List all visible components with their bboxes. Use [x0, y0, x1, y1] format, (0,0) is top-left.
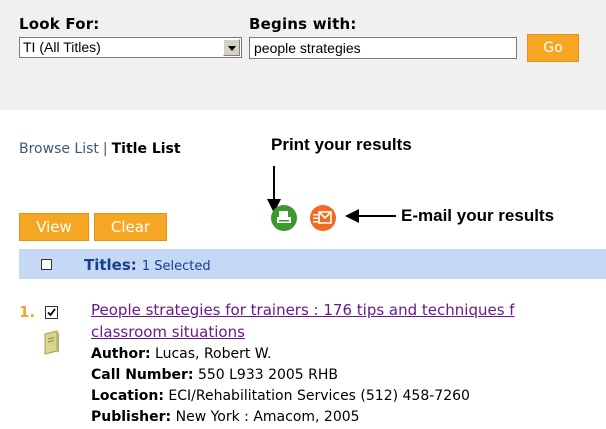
- clear-button[interactable]: Clear: [94, 213, 167, 241]
- author-value: Lucas, Robert W.: [155, 346, 272, 362]
- call-number-label: Call Number:: [91, 367, 194, 383]
- result-call-number: Call Number: 550 L933 2005 RHB: [91, 367, 338, 383]
- result-number: 1.: [19, 303, 36, 321]
- print-annotation: Print your results: [271, 135, 412, 154]
- email-annotation: E-mail your results: [401, 206, 555, 225]
- result-title-link-line2[interactable]: classroom situations: [91, 323, 245, 341]
- begins-with-input[interactable]: people strategies: [249, 37, 517, 59]
- titles-label: Titles:: [84, 256, 137, 274]
- chevron-down-icon[interactable]: [223, 39, 240, 56]
- begins-with-label: Begins with:: [249, 15, 357, 33]
- location-label: Location:: [91, 388, 164, 404]
- go-button[interactable]: Go: [527, 34, 579, 62]
- look-for-select[interactable]: TI (All Titles): [19, 37, 242, 58]
- email-annotation-arrow: [345, 209, 396, 223]
- look-for-value: TI (All Titles): [23, 39, 101, 55]
- book-icon: [44, 330, 59, 355]
- browse-list-link[interactable]: Browse List: [19, 141, 99, 157]
- call-number-value: 550 L933 2005 RHB: [197, 367, 339, 383]
- printer-icon[interactable]: [271, 205, 297, 231]
- result-author: Author: Lucas, Robert W.: [91, 346, 272, 362]
- location-value: ECI/Rehabilitation Services (512) 458-72…: [168, 388, 470, 404]
- result-publisher: Publisher: New York : Amacom, 2005: [91, 409, 360, 425]
- view-button[interactable]: View: [19, 213, 89, 241]
- nav-separator: |: [102, 141, 108, 157]
- title-list-current: Title List: [111, 141, 181, 157]
- author-label: Author:: [91, 346, 151, 362]
- selected-count: 1 Selected: [141, 259, 211, 274]
- publisher-value: New York : Amacom, 2005: [175, 409, 360, 425]
- select-all-checkbox[interactable]: [41, 259, 52, 270]
- titles-count: Titles: 1 Selected: [84, 255, 211, 274]
- result-title-link-line1[interactable]: People strategies for trainers : 176 tip…: [91, 301, 515, 319]
- result-checkbox[interactable]: [45, 306, 58, 319]
- result-location: Location: ECI/Rehabilitation Services (5…: [91, 388, 470, 404]
- list-nav: Browse List | Title List: [19, 141, 181, 157]
- look-for-label: Look For:: [19, 15, 100, 33]
- publisher-label: Publisher:: [91, 409, 172, 425]
- envelope-icon[interactable]: [310, 205, 336, 231]
